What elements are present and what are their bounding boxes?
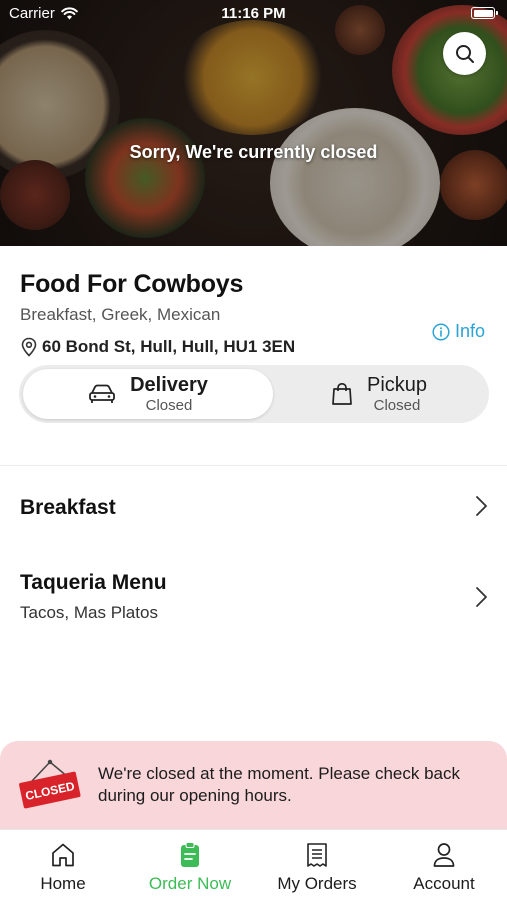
tab-my-orders[interactable]: My Orders	[254, 842, 380, 894]
tab-bar: Home Order Now My Orders Account	[0, 829, 507, 900]
battery-icon	[471, 7, 498, 19]
location-pin-icon	[21, 337, 37, 357]
tab-label: Account	[413, 874, 475, 893]
info-label: Info	[455, 321, 486, 341]
closed-banner-message: We're closed at the moment. Please check…	[98, 764, 460, 805]
delivery-label: Delivery	[130, 373, 208, 396]
tab-label: Order Now	[148, 874, 232, 893]
menu-title: Taqueria Menu	[20, 571, 167, 594]
menu-title: Breakfast	[20, 496, 116, 519]
menu-row-breakfast[interactable]: Breakfast	[0, 480, 507, 540]
search-button[interactable]	[443, 32, 486, 75]
pickup-status: Closed	[373, 396, 421, 414]
tab-order-now[interactable]: Order Now	[127, 842, 253, 894]
pickup-option[interactable]: Pickup Closed	[273, 369, 485, 419]
info-button[interactable]: Info	[432, 321, 485, 342]
menu-subtitle: Tacos, Mas Platos	[20, 603, 158, 622]
address-text: 60 Bond St, Hull, Hull, HU1 3EN	[42, 337, 296, 356]
car-icon	[89, 384, 115, 403]
pickup-label: Pickup	[366, 373, 428, 396]
closed-message: Sorry, We're currently closed	[129, 142, 378, 162]
chevron-right-icon	[476, 496, 487, 516]
status-bar: Carrier 11:16 PM	[0, 0, 507, 28]
restaurant-info: Food For Cowboys Breakfast, Greek, Mexic…	[20, 270, 490, 325]
chevron-right-icon	[476, 587, 487, 607]
restaurant-name: Food For Cowboys	[20, 270, 244, 298]
delivery-option[interactable]: Delivery Closed	[23, 369, 273, 419]
delivery-status: Closed	[145, 396, 193, 414]
info-icon	[432, 322, 450, 341]
receipt-icon	[307, 843, 327, 867]
tab-home[interactable]: Home	[0, 842, 126, 894]
home-icon	[52, 843, 74, 867]
tab-label: My Orders	[277, 874, 357, 893]
restaurant-cuisines: Breakfast, Greek, Mexican	[20, 305, 221, 324]
section-divider	[0, 465, 507, 466]
closed-banner: CLOSED We're closed at the moment. Pleas…	[0, 741, 507, 829]
restaurant-address[interactable]: 60 Bond St, Hull, Hull, HU1 3EN	[20, 337, 295, 357]
hero-banner: Carrier 11:16 PM Sorry, We're currently …	[0, 0, 507, 246]
tab-label: Home	[40, 874, 86, 893]
order-type-toggle: Delivery Closed Pickup Closed	[19, 365, 489, 423]
menu-row-taqueria[interactable]: Taqueria Menu Tacos, Mas Platos	[0, 560, 507, 640]
closed-sign-icon: CLOSED	[19, 759, 81, 809]
order-icon	[181, 842, 199, 867]
tab-account[interactable]: Account	[381, 842, 507, 894]
user-icon	[433, 843, 455, 867]
status-time: 11:16 PM	[221, 5, 286, 22]
search-icon	[455, 44, 474, 63]
shopping-bag-icon	[332, 382, 352, 405]
